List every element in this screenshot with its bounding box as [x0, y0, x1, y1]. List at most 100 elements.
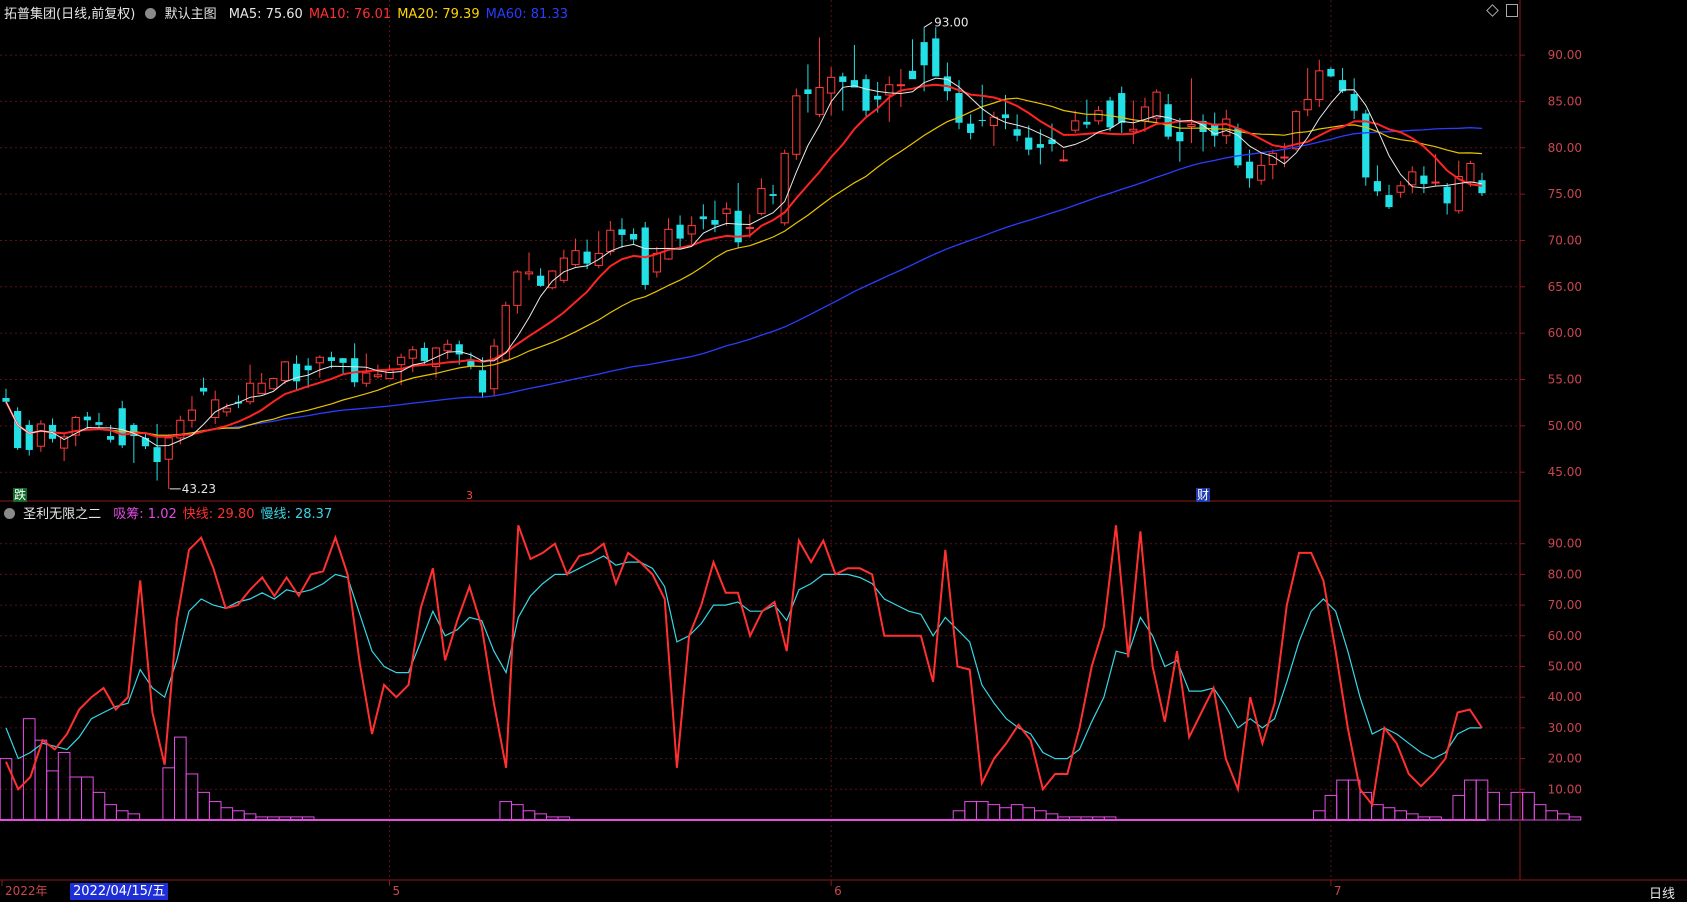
sub-tick-label-7: 80.00 [1548, 567, 1582, 581]
accumulation-bar-89 [1034, 810, 1047, 821]
candle-body-77 [896, 84, 906, 87]
sub-tick-label-2: 30.00 [1548, 721, 1582, 735]
ma5-line [5, 77, 1483, 447]
candle-body-29 [339, 358, 347, 363]
accumulation-bar-115 [1336, 779, 1349, 821]
candle-body-120 [1396, 185, 1405, 193]
candle-body-93 [1083, 121, 1091, 125]
candle-body-97 [1129, 128, 1138, 132]
accumulation-bar-8 [92, 791, 106, 821]
candle-body-92 [1071, 120, 1080, 131]
accumulation-bar-120 [1394, 810, 1407, 821]
candle-body-34 [397, 356, 406, 366]
accumulation-bar-10 [115, 810, 129, 821]
main-tick-label-0: 45.00 [1548, 465, 1582, 479]
candle-body-75 [874, 95, 882, 100]
candle-body-71 [827, 76, 836, 94]
accumulation-bar-126 [1464, 779, 1477, 821]
oscillator-lines [5, 524, 1483, 807]
main-tick-label-7: 80.00 [1548, 141, 1582, 155]
chart-canvas: 45.00 50.00 55.00 60.00 65.00 70.00 75.00 80.00… [0, 0, 1687, 898]
main-tick-label-8: 85.00 [1548, 94, 1582, 108]
candle-body-56 [652, 252, 661, 273]
max-price-label: 93.00 [934, 15, 968, 29]
candle-body-123 [1431, 181, 1440, 184]
accumulation-bar-129 [1498, 804, 1512, 821]
candle-body-80 [932, 38, 940, 77]
candle-body-110 [1280, 156, 1289, 159]
candle-body-88 [1025, 137, 1033, 150]
sub-tick-label-5: 60.00 [1548, 629, 1582, 643]
accumulation-bar-130 [1510, 791, 1524, 821]
candle-body-101 [1176, 132, 1184, 142]
marker-fall: 跌 [13, 488, 28, 502]
oscillator-series-1 [5, 524, 1483, 807]
candle-body-50 [583, 251, 591, 264]
candle-body-45 [524, 271, 534, 275]
candle-body-22 [257, 382, 266, 394]
candle-body-31 [362, 372, 371, 384]
sub-tick-label-1: 20.00 [1548, 752, 1582, 766]
accumulation-bar-5 [57, 751, 71, 821]
candle-body-70 [815, 87, 824, 115]
candle-body-118 [1373, 181, 1382, 192]
candle-body-114 [1327, 68, 1335, 77]
candle-body-53 [618, 229, 626, 235]
candle-body-42 [490, 345, 499, 390]
candle-body-119 [1385, 195, 1393, 208]
main-tick-label-3: 60.00 [1548, 326, 1582, 340]
candle-body-9 [106, 436, 115, 440]
candle-body-107 [1245, 161, 1254, 179]
accumulation-bar-9 [104, 804, 117, 821]
candle-body-99 [1152, 91, 1161, 119]
accumulation-bar-14 [162, 767, 176, 821]
candle-body-30 [351, 358, 359, 383]
candle-body-60 [699, 216, 707, 220]
candle-body-116 [1350, 94, 1358, 111]
candle-body-58 [676, 224, 684, 239]
accumulation-bar-87 [1010, 804, 1024, 821]
candle-body-94 [1094, 110, 1103, 122]
sub-tick-label-4: 50.00 [1548, 660, 1582, 674]
candle-body-69 [804, 89, 812, 95]
candle-body-79 [920, 42, 928, 66]
accumulation-bar-88 [1022, 807, 1036, 821]
candle-body-14 [164, 437, 173, 460]
accumulation-bar-17 [197, 791, 210, 821]
candle-body-66 [769, 194, 777, 196]
candle-body-7 [83, 416, 91, 421]
candle-body-8 [95, 422, 103, 425]
candle-body-36 [420, 347, 428, 361]
candle-body-13 [153, 447, 161, 462]
accumulation-bar-18 [208, 801, 222, 821]
candle-body-27 [315, 356, 324, 364]
candle-body-44 [513, 271, 522, 306]
accumulation-bar-118 [1371, 804, 1384, 821]
candle-body-33 [385, 369, 394, 380]
candle-body-12 [141, 437, 150, 447]
candle-body-10 [118, 408, 126, 446]
marker-three: 3 [466, 489, 473, 502]
ma-lines [5, 77, 1483, 447]
accumulation-bar-119 [1382, 807, 1396, 821]
candle-body-17 [199, 387, 208, 392]
accumulation-bar-85 [987, 804, 1001, 821]
candle-body-78 [908, 70, 917, 80]
ma10-line [5, 83, 1483, 438]
candle-body-127 [1478, 180, 1486, 194]
candle-body-28 [327, 357, 336, 361]
candle-body-48 [559, 257, 568, 281]
accumulation-bar-135 [1568, 816, 1582, 821]
candle-body-89 [1036, 144, 1044, 148]
accumulation-bar-45 [522, 810, 536, 821]
candle-body-2 [25, 424, 33, 450]
max-price-pointer [923, 21, 933, 28]
candle-body-65 [757, 188, 766, 215]
candle-body-0 [2, 398, 10, 402]
candle-body-126 [1466, 163, 1475, 183]
candle-body-68 [792, 95, 801, 155]
main-tick-label-9: 90.00 [1548, 48, 1582, 62]
accumulation-bar-133 [1545, 810, 1559, 821]
candle-body-105 [1222, 118, 1231, 137]
period-button[interactable]: 日线 [1649, 883, 1675, 902]
